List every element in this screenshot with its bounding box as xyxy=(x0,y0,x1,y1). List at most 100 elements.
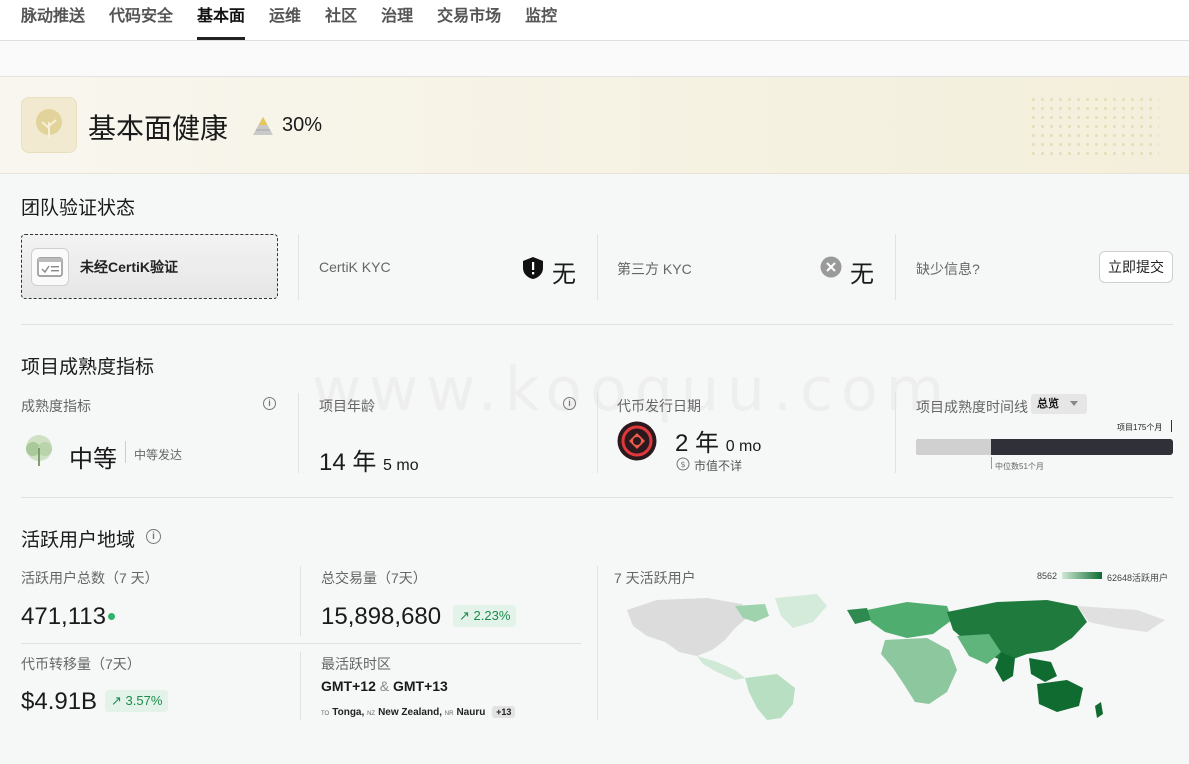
total-users-label: 活跃用户总数（7 天） xyxy=(21,570,159,586)
arrow-up-right-icon: ↗ xyxy=(111,693,122,708)
world-map xyxy=(627,594,1165,720)
timeline-dropdown[interactable]: 总览 xyxy=(1031,394,1087,414)
more-countries-badge[interactable]: +13 xyxy=(492,706,516,718)
transfer-label: 代币转移量（7天） xyxy=(21,656,141,672)
project-age-value: 14 年 5 mo xyxy=(319,442,419,477)
timeline-median-label: 中位数51个月 xyxy=(995,462,1044,471)
legend-min: 8562 xyxy=(1037,571,1058,581)
token-logo-icon xyxy=(617,421,657,461)
timeline-label: 项目成熟度时间线 xyxy=(916,399,1028,415)
volume-delta: 2.23% xyxy=(473,608,511,623)
timeline-median-tick xyxy=(991,457,992,469)
volume-label: 总交易量（7天） xyxy=(321,570,427,586)
timeline-end-tick xyxy=(1171,420,1172,432)
arrow-up-right-icon: ↗ xyxy=(459,608,470,623)
missing-info-label: 缺少信息? xyxy=(916,261,980,277)
market-cap-note: 市值不详 xyxy=(694,459,743,473)
divider xyxy=(597,566,598,720)
timezone-and: & xyxy=(379,678,390,694)
legend-max: 62648活跃用户 xyxy=(1107,573,1169,583)
divider xyxy=(895,234,896,300)
map-label: 7 天活跃用户 xyxy=(614,570,696,586)
team-verification-title: 团队验证状态 xyxy=(21,198,136,219)
maturity-indicator-label: 成熟度指标 xyxy=(21,398,91,414)
divider xyxy=(300,566,301,636)
third-party-kyc-label: 第三方 KYC xyxy=(617,261,692,277)
tab-community[interactable]: 社区 xyxy=(325,0,357,41)
dollar-circle-icon: $ xyxy=(676,457,690,471)
project-age-years: 14 年 xyxy=(319,449,377,476)
timeline-dropdown-value: 总览 xyxy=(1037,398,1059,410)
id-card-icon xyxy=(31,247,69,286)
shield-alert-icon xyxy=(523,257,543,279)
health-score-value: 30% xyxy=(282,114,323,136)
token-age-value: 2 年 0 mo xyxy=(675,423,761,458)
info-icon[interactable]: i xyxy=(563,397,576,410)
tab-market[interactable]: 交易市场 xyxy=(437,0,501,41)
tab-operations[interactable]: 运维 xyxy=(269,0,301,41)
transfer-delta: 3.57% xyxy=(125,693,163,708)
country-code: NZ xyxy=(367,711,376,717)
divider xyxy=(298,393,299,473)
live-dot-icon xyxy=(108,613,115,620)
project-age-label: 项目年龄 xyxy=(319,398,375,414)
maturity-indicator-value: 中等 xyxy=(69,446,117,473)
divider xyxy=(895,393,896,473)
info-icon[interactable]: i xyxy=(146,529,161,544)
tab-code-security[interactable]: 代码安全 xyxy=(109,0,173,41)
caret-down-icon xyxy=(1070,401,1078,406)
close-circle-icon xyxy=(820,256,842,278)
certik-label: 未经CertiK验证 xyxy=(80,258,179,275)
timeline-project-label: 项目175个月 xyxy=(1117,423,1163,432)
timezone-countries: TO Tonga, NZ New Zealand, NR Nauru +13 xyxy=(321,706,516,718)
certik-kyc-value: 无 xyxy=(552,261,576,288)
decorative-dots xyxy=(1029,95,1159,155)
tab-pulse[interactable]: 脉动推送 xyxy=(21,0,85,41)
timezone-values: GMT+12 & GMT+13 xyxy=(321,678,448,694)
tab-fundamentals[interactable]: 基本面 xyxy=(197,0,246,41)
divider xyxy=(125,441,126,463)
section-divider xyxy=(21,324,1173,325)
section-divider xyxy=(21,643,581,644)
certik-kyc-label: CertiK KYC xyxy=(319,259,391,275)
fundamentals-hero: 基本面健康 30% xyxy=(0,77,1189,174)
transfer-value: $4.91B xyxy=(21,688,98,715)
token-date-label: 代币发行日期 xyxy=(617,398,701,414)
divider xyxy=(298,234,299,300)
pyramid-icon xyxy=(253,116,273,135)
volume-value: 15,898,680 xyxy=(321,603,442,630)
page-title: 基本面健康 xyxy=(88,113,229,144)
top-tabs: 脉动推送 代码安全 基本面 运维 社区 治理 交易市场 监控 xyxy=(0,0,1189,41)
total-users-value: 471,113 xyxy=(21,603,106,630)
country-name: Tonga xyxy=(332,707,362,718)
country-name: New Zealand xyxy=(378,707,440,718)
timezone-a: GMT+12 xyxy=(321,678,376,694)
active-users-title: 活跃用户地域 xyxy=(21,530,136,551)
divider xyxy=(597,234,598,300)
certik-verification-card[interactable]: 未经CertiK验证 xyxy=(21,234,278,299)
timezone-label: 最活跃时区 xyxy=(321,656,391,672)
submit-now-button[interactable]: 立即提交 xyxy=(1099,251,1173,283)
country-name: Nauru xyxy=(456,707,486,718)
tab-monitoring[interactable]: 监控 xyxy=(525,0,557,41)
country-code: NR xyxy=(444,711,454,717)
timeline-bar xyxy=(916,439,1173,455)
maturity-title: 项目成熟度指标 xyxy=(21,357,155,378)
info-icon[interactable]: i xyxy=(263,397,276,410)
timeline-median-fill xyxy=(916,439,991,455)
volume-delta-badge: ↗ 2.23% xyxy=(453,605,517,627)
divider xyxy=(597,393,598,473)
maturity-indicator-sub: 中等发达 xyxy=(134,448,183,462)
divider xyxy=(300,652,301,720)
country-code: TO xyxy=(321,711,330,717)
token-age-years: 2 年 xyxy=(675,430,720,457)
health-score: 30% xyxy=(252,114,322,137)
tab-governance[interactable]: 治理 xyxy=(381,0,413,41)
legend-gradient xyxy=(1062,572,1102,579)
timezone-b: GMT+13 xyxy=(392,678,448,694)
third-party-kyc-value: 无 xyxy=(850,261,874,288)
spacer-band xyxy=(0,41,1189,77)
token-age-months: 0 mo xyxy=(725,438,762,455)
project-age-months: 5 mo xyxy=(383,457,419,474)
tree-icon xyxy=(26,435,52,466)
